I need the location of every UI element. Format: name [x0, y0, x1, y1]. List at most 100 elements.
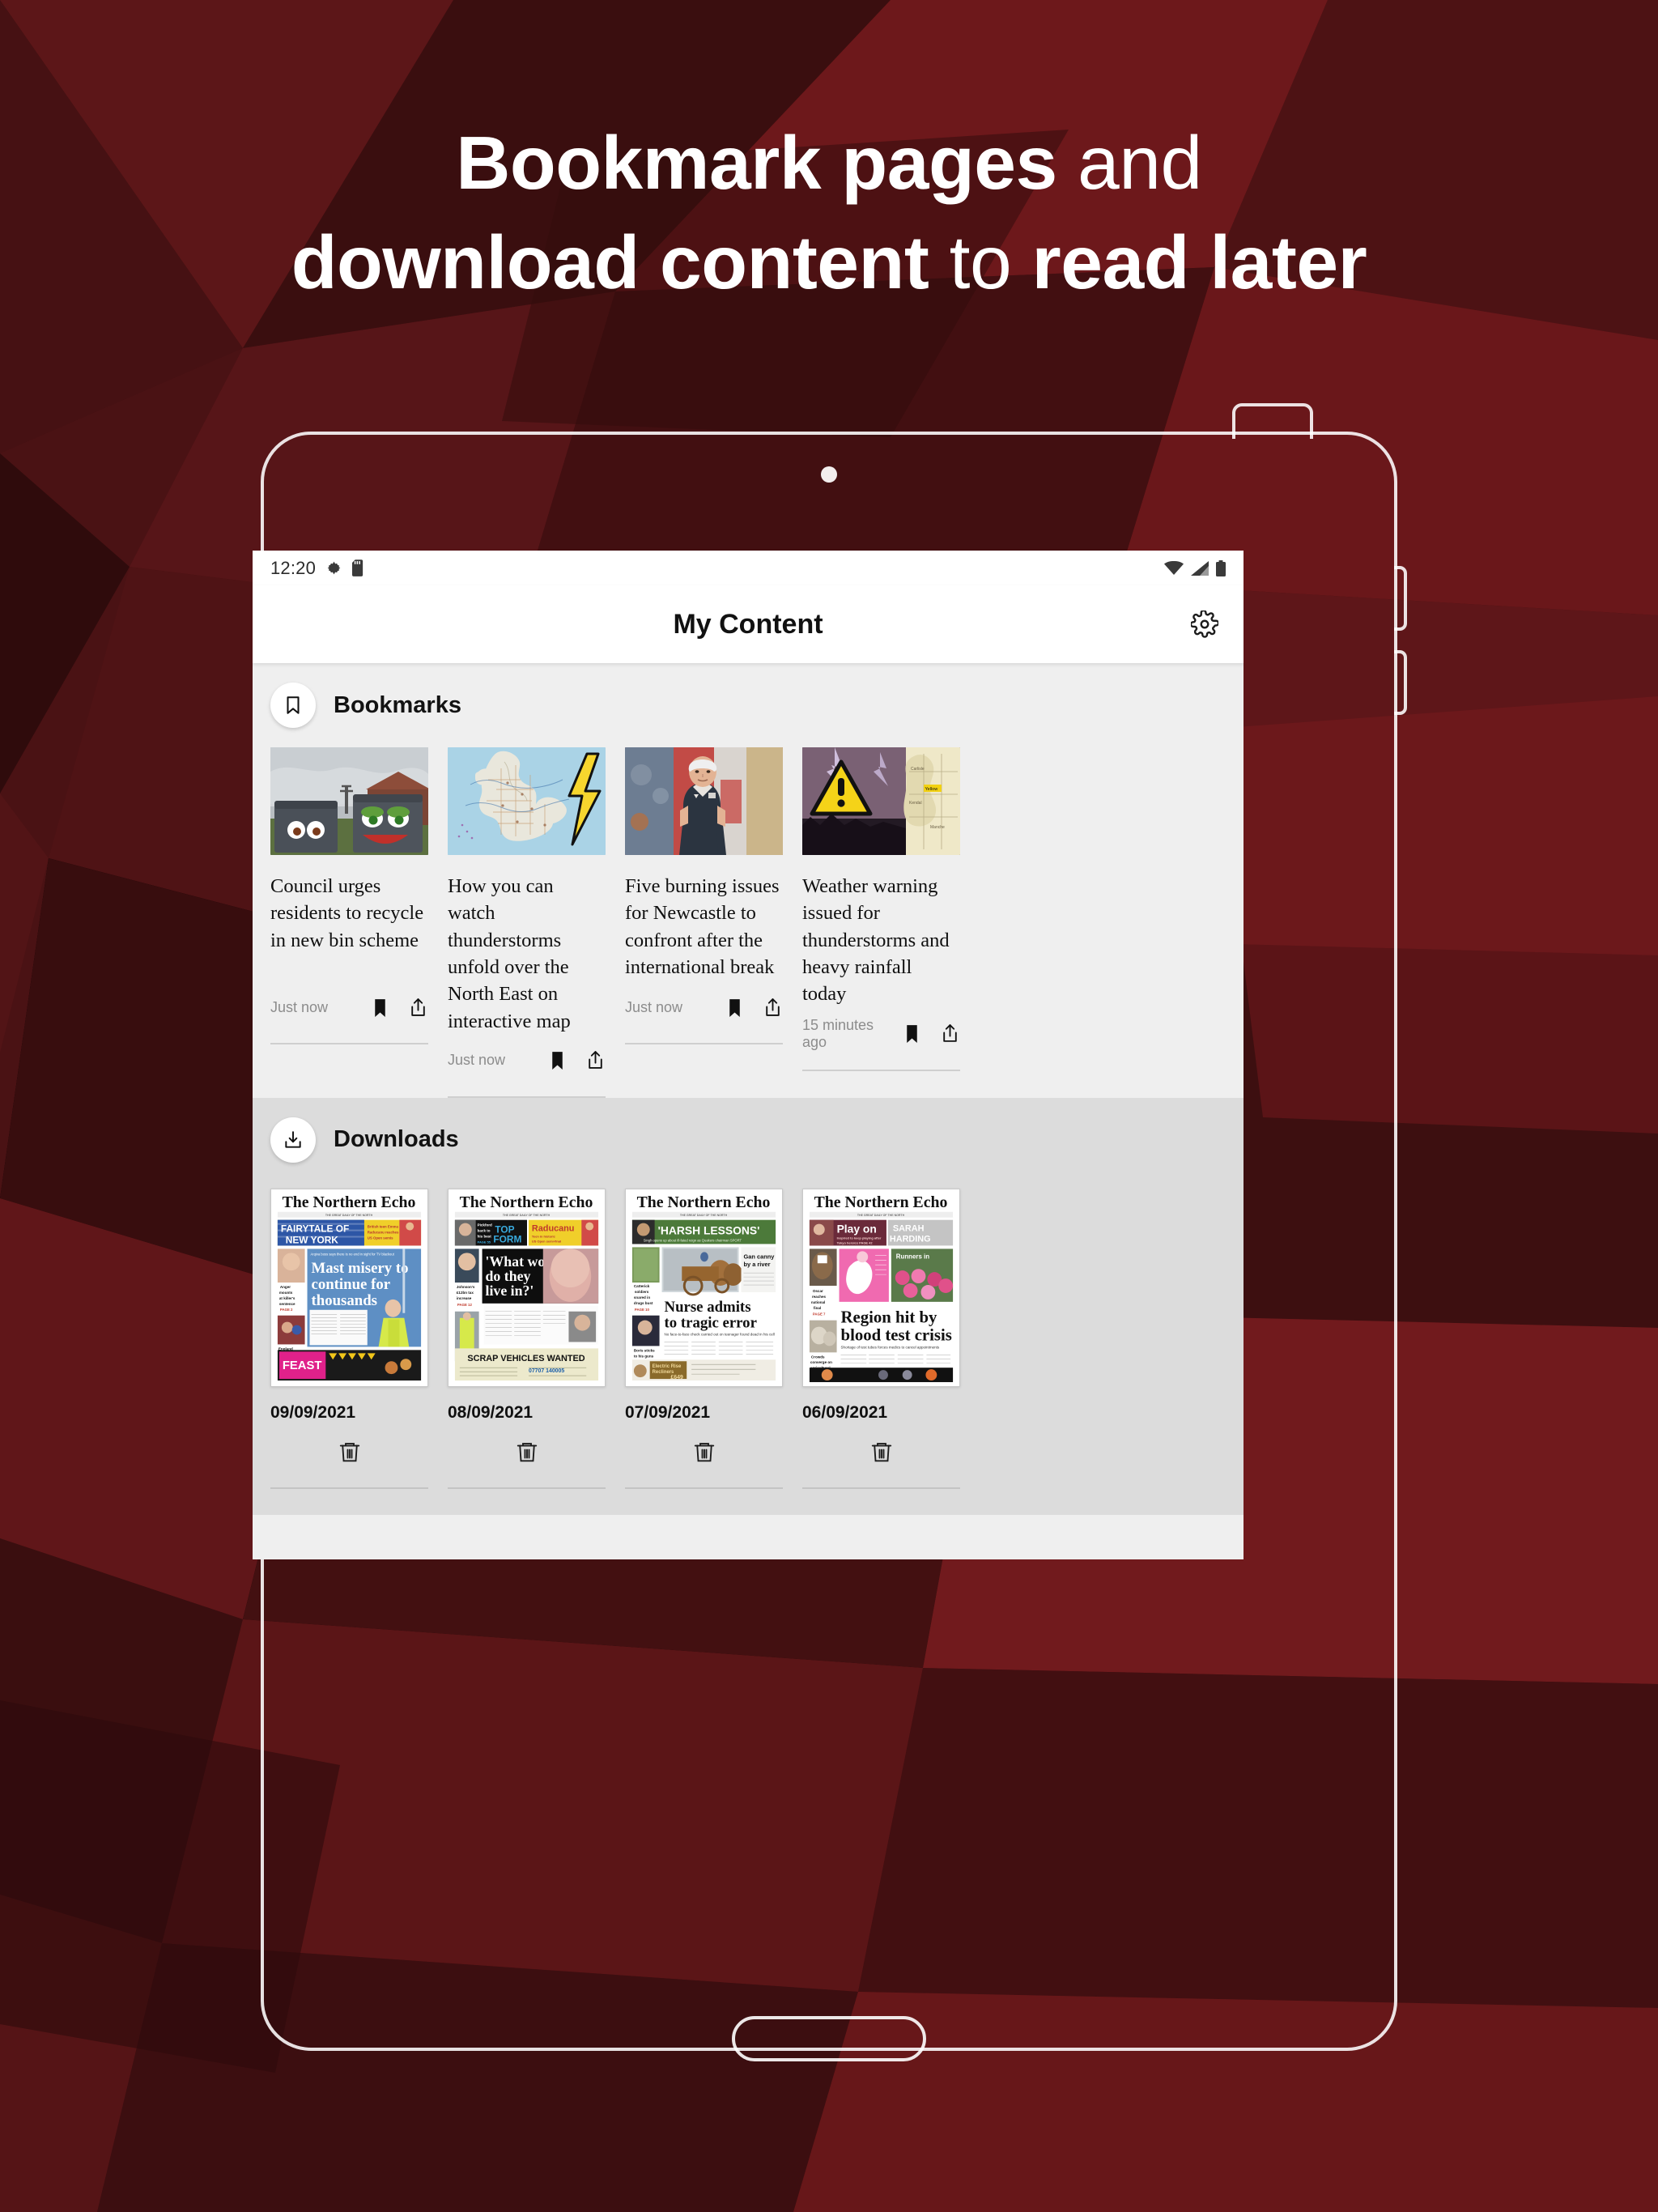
cellular-signal-icon — [1191, 560, 1209, 576]
newspaper-page-09-09-2021: The Northern Echo THE GREAT DAILY OF THE… — [271, 1189, 427, 1386]
download-icon — [285, 1131, 301, 1148]
svg-text:sentence: sentence — [279, 1302, 295, 1306]
svg-text:reaches: reaches — [812, 1295, 827, 1299]
svg-text:THE GREAT DAILY OF THE NORTH: THE GREAT DAILY OF THE NORTH — [325, 1214, 373, 1217]
svg-text:SCRAP VEHICLES WANTED: SCRAP VEHICLES WANTED — [467, 1354, 585, 1363]
promo-line2-normal: to — [929, 219, 1032, 304]
trash-icon[interactable] — [515, 1440, 539, 1464]
svg-text:British teen Emma: British teen Emma — [368, 1224, 399, 1228]
download-date: 09/09/2021 — [270, 1402, 356, 1422]
download-divider — [448, 1487, 606, 1489]
bookmark-icon — [287, 696, 300, 714]
bookmark-filled-icon[interactable] — [547, 1050, 568, 1070]
share-icon[interactable] — [408, 998, 428, 1018]
bookmark-card[interactable]: Yellow Carlisle Kendal Manche Weather wa… — [802, 747, 960, 1098]
bookmark-footer: 15 minutes ago — [802, 1016, 960, 1052]
svg-text:THE GREAT DAILY OF THE NORTH: THE GREAT DAILY OF THE NORTH — [857, 1214, 905, 1217]
page-title: My Content — [673, 608, 823, 640]
svg-text:final: final — [814, 1306, 821, 1310]
bookmark-filled-icon[interactable] — [902, 1023, 922, 1044]
download-divider — [625, 1487, 783, 1489]
svg-text:US Open semi-final: US Open semi-final — [532, 1239, 561, 1243]
svg-text:Raducanu: Raducanu — [532, 1223, 575, 1233]
download-card[interactable]: The Northern Echo THE GREAT DAILY OF THE… — [802, 1188, 960, 1489]
svg-text:live in?': live in?' — [486, 1283, 534, 1299]
svg-text:No face-to-face check carried: No face-to-face check carried out on tee… — [665, 1332, 775, 1336]
bookmarks-section-header: Bookmarks — [253, 663, 1244, 747]
trash-icon[interactable] — [869, 1440, 894, 1464]
svg-text:Anger: Anger — [280, 1285, 291, 1289]
wifi-icon — [1164, 560, 1184, 575]
download-card[interactable]: The Northern Echo THE GREAT DAILY OF THE… — [270, 1188, 428, 1489]
download-card[interactable]: The Northern Echo THE GREAT DAILY OF THE… — [625, 1188, 783, 1489]
share-icon[interactable] — [763, 998, 783, 1018]
newspaper-front-page-thumbnail[interactable]: The Northern Echo THE GREAT DAILY OF THE… — [625, 1188, 783, 1387]
svg-text:HARDING: HARDING — [890, 1234, 931, 1244]
svg-text:07707 140005: 07707 140005 — [529, 1368, 564, 1374]
trash-icon[interactable] — [338, 1440, 362, 1464]
status-bar: 12:20 — [253, 551, 1244, 585]
newspaper-page-07-09-2021: The Northern Echo THE GREAT DAILY OF THE… — [626, 1189, 782, 1386]
trash-icon[interactable] — [692, 1440, 716, 1464]
bookmark-title: How you can watch thunderstorms unfold o… — [448, 875, 571, 1032]
downloads-section-header: Downloads — [253, 1097, 1244, 1182]
content-scroll-area[interactable]: Bookmarks Council urges residents to rec… — [253, 663, 1244, 1559]
bookmark-thumbnail[interactable] — [625, 747, 783, 855]
newspaper-front-page-thumbnail[interactable]: The Northern Echo THE GREAT DAILY OF THE… — [270, 1188, 428, 1387]
svg-text:'HARSH LESSONS': 'HARSH LESSONS' — [658, 1223, 760, 1236]
svg-text:Oscar: Oscar — [813, 1289, 823, 1293]
svg-text:snared in: snared in — [634, 1295, 650, 1300]
bookmark-thumbnail[interactable] — [448, 747, 606, 855]
gear-icon — [327, 561, 341, 575]
download-card[interactable]: The Northern Echo THE GREAT DAILY OF THE… — [448, 1188, 606, 1489]
bookmark-timestamp: Just now — [625, 998, 683, 1015]
promo-line1-normal: and — [1056, 121, 1202, 205]
svg-text:THE GREAT DAILY OF THE NORTH: THE GREAT DAILY OF THE NORTH — [503, 1214, 551, 1217]
svg-text:£649: £649 — [670, 1375, 683, 1380]
svg-text:The Northern Echo: The Northern Echo — [814, 1193, 948, 1211]
newspaper-page-08-09-2021: The Northern Echo THE GREAT DAILY OF THE… — [449, 1189, 605, 1386]
svg-text:PAGE 7: PAGE 7 — [813, 1312, 826, 1317]
newspaper-front-page-thumbnail[interactable]: The Northern Echo THE GREAT DAILY OF THE… — [802, 1188, 960, 1387]
svg-text:Manche: Manche — [930, 825, 945, 830]
bookmark-divider — [448, 1095, 606, 1098]
bookmark-thumbnail[interactable] — [270, 747, 428, 855]
bookmark-thumbnail[interactable]: Yellow Carlisle Kendal Manche — [802, 747, 960, 855]
volume-button[interactable] — [1394, 566, 1407, 631]
bookmark-card[interactable]: How you can watch thunderstorms unfold o… — [448, 747, 606, 1098]
downloads-section: Downloads The Northern Echo THE GREAT DA… — [253, 1097, 1244, 1515]
download-actions — [270, 1429, 428, 1474]
svg-text:Raducanu reaches: Raducanu reaches — [368, 1230, 399, 1234]
svg-text:at killer's: at killer's — [279, 1296, 295, 1300]
svg-text:FAIRYTALE OF: FAIRYTALE OF — [281, 1223, 349, 1234]
svg-text:his best: his best — [478, 1234, 492, 1238]
svg-text:Nurse admits: Nurse admits — [665, 1299, 751, 1316]
bookmark-card[interactable]: Council urges residents to recycle in ne… — [270, 747, 428, 1098]
bookmark-filled-icon[interactable] — [370, 998, 390, 1018]
download-actions — [448, 1429, 606, 1474]
bookmark-divider — [802, 1069, 960, 1071]
svg-text:Boris sticks: Boris sticks — [634, 1348, 655, 1352]
bookmark-title: Council urges residents to recycle in ne… — [270, 875, 424, 951]
svg-text:NEW YORK: NEW YORK — [286, 1234, 338, 1245]
bookmark-filled-icon[interactable] — [725, 998, 745, 1018]
downloads-row[interactable]: The Northern Echo THE GREAT DAILY OF THE… — [253, 1182, 1244, 1489]
football-manager-portrait — [625, 747, 783, 855]
bookmark-timestamp: 15 minutes ago — [802, 1016, 874, 1050]
svg-text:SARAH: SARAH — [893, 1223, 925, 1233]
svg-text:Inspired to keep playing after: Inspired to keep playing after — [837, 1236, 882, 1240]
power-button[interactable] — [1394, 650, 1407, 715]
share-icon[interactable] — [940, 1023, 960, 1044]
bookmark-card[interactable]: Five burning issues for Newcastle to con… — [625, 747, 783, 1098]
svg-text:drugs bust: drugs bust — [634, 1301, 653, 1305]
svg-text:The Northern Echo: The Northern Echo — [637, 1193, 771, 1211]
svg-text:Region hit by: Region hit by — [841, 1308, 937, 1327]
download-actions — [802, 1429, 960, 1474]
share-icon[interactable] — [585, 1050, 606, 1070]
download-date: 06/09/2021 — [802, 1402, 888, 1422]
svg-text:Singh opens up about ill-fated: Singh opens up about ill-fated reign as … — [644, 1238, 742, 1242]
svg-text:soldiers: soldiers — [635, 1290, 649, 1294]
bookmarks-row[interactable]: Council urges residents to recycle in ne… — [253, 747, 1244, 1098]
newspaper-front-page-thumbnail[interactable]: The Northern Echo THE GREAT DAILY OF THE… — [448, 1188, 606, 1387]
home-indicator — [732, 2016, 926, 2061]
